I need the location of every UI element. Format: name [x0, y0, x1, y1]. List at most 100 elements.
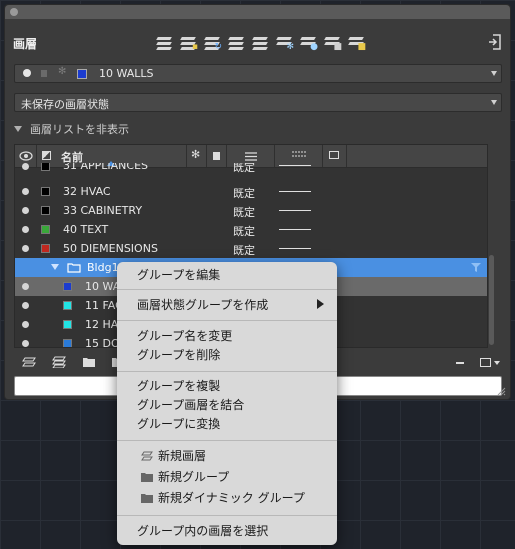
- menu-separator: [117, 371, 337, 372]
- layer-row[interactable]: 33 CABINETRY 既定: [15, 201, 487, 220]
- lineweight-sample: [279, 165, 311, 166]
- menu-item-create-state-group[interactable]: 画層状態グループを作成: [137, 296, 268, 314]
- linetype-icon: [245, 152, 257, 161]
- layer-name: 40 TEXT: [63, 223, 109, 236]
- layer-row[interactable]: 50 DIEMENSIONS 既定: [15, 239, 487, 258]
- palette-titlebar[interactable]: [5, 5, 510, 19]
- color-swatch[interactable]: [41, 206, 50, 215]
- lineweight-icon: [292, 151, 306, 157]
- filter-icon: [471, 263, 481, 272]
- new-group-icon[interactable]: [82, 356, 96, 368]
- lightbulb-icon[interactable]: [22, 226, 29, 233]
- color-swatch: [77, 69, 87, 79]
- chevron-down-icon: [491, 100, 497, 105]
- layer-state-dropdown[interactable]: 未保存の画層状態: [14, 93, 502, 112]
- palette-title: 画層: [13, 37, 38, 51]
- lightbulb-icon[interactable]: [22, 188, 29, 195]
- unlock-icon[interactable]: ■: [347, 33, 366, 52]
- new-layer-vp-frozen-icon[interactable]: [251, 33, 270, 52]
- chevron-down-icon: [491, 71, 497, 76]
- menu-item-new-group-label: 新規グループ: [158, 470, 230, 484]
- submenu-arrow-icon: [317, 299, 324, 309]
- menu-separator: [117, 289, 337, 290]
- eye-icon: [19, 151, 33, 161]
- menu-item-new-dynamic-group-label: 新規ダイナミック グループ: [158, 491, 305, 505]
- layer-linetype: 既定: [233, 244, 255, 257]
- menu-item-new-layer-label: 新規画層: [158, 449, 207, 463]
- folder-icon: [141, 473, 153, 482]
- color-swatch[interactable]: [41, 225, 50, 234]
- disclosure-triangle-icon: [14, 126, 22, 132]
- menu-item-new-group[interactable]: 新規グループ: [141, 468, 229, 486]
- hide-layer-list-toggle[interactable]: 画層リストを非表示: [14, 121, 129, 137]
- menu-item-new-layer[interactable]: 新規画層: [141, 447, 206, 465]
- layer-row[interactable]: 40 TEXT 既定: [15, 220, 487, 239]
- delete-icon[interactable]: [456, 362, 464, 364]
- menu-item-edit-group[interactable]: グループを編集: [137, 266, 220, 284]
- layer-states-manager-icon[interactable]: ↻: [203, 33, 222, 52]
- menu-item-convert-group[interactable]: グループに変換: [137, 415, 220, 433]
- layer-row[interactable]: 32 HVAC 既定: [15, 182, 487, 201]
- lightbulb-icon[interactable]: [22, 302, 29, 309]
- menu-item-rename-group[interactable]: グループ名を変更: [137, 327, 232, 345]
- color-column-icon: [42, 151, 51, 160]
- menu-item-merge-group-layers[interactable]: グループ画層を結合: [137, 396, 244, 414]
- exit-icon[interactable]: [488, 34, 502, 50]
- chevron-down-icon: [494, 361, 500, 365]
- menu-item-new-dynamic-group[interactable]: 新規ダイナミック グループ: [141, 489, 305, 507]
- new-layer-icon[interactable]: [227, 33, 246, 52]
- resize-grip-icon[interactable]: [496, 386, 506, 396]
- sun-icon: ✻: [58, 66, 67, 77]
- layer-state-value: 未保存の画層状態: [21, 98, 109, 111]
- lock-icon: [213, 152, 220, 160]
- layer-linetype: 既定: [233, 187, 255, 200]
- lightbulb-icon[interactable]: [22, 163, 29, 170]
- close-icon[interactable]: [10, 8, 18, 16]
- lightbulb-icon: [23, 69, 31, 77]
- menu-separator: [117, 515, 337, 516]
- freeze-icon[interactable]: ✻: [275, 33, 294, 52]
- color-swatch[interactable]: [41, 163, 50, 171]
- color-swatch[interactable]: [41, 244, 50, 253]
- current-layer-name: 10 WALLS: [99, 67, 154, 80]
- group-name: Bldg1: [87, 261, 119, 274]
- layer-row[interactable]: 31 APPLIANCES 既定: [15, 163, 487, 173]
- layer-list-scrollbar[interactable]: [489, 255, 494, 345]
- color-swatch[interactable]: [41, 187, 50, 196]
- new-group-filter-icon[interactable]: ▪: [179, 33, 198, 52]
- layer-name: 32 HVAC: [63, 185, 111, 198]
- plot-icon: [329, 151, 339, 159]
- lineweight-sample: [279, 191, 311, 192]
- menu-item-delete-group[interactable]: グループを削除: [137, 346, 220, 364]
- new-layer-icon[interactable]: [22, 356, 36, 368]
- current-layer-dropdown[interactable]: ✻ 10 WALLS: [14, 64, 502, 83]
- lightbulb-icon[interactable]: [22, 340, 29, 347]
- new-layer-vp-frozen-icon[interactable]: [52, 356, 66, 368]
- color-swatch[interactable]: [63, 339, 72, 347]
- lineweight-sample: [279, 248, 311, 249]
- menu-separator: [117, 440, 337, 441]
- lightbulb-icon[interactable]: [22, 245, 29, 252]
- layer-linetype: 既定: [233, 225, 255, 238]
- color-swatch[interactable]: [63, 282, 72, 291]
- disclosure-triangle-icon[interactable]: [51, 264, 59, 270]
- lineweight-sample: [279, 229, 311, 230]
- lightbulb-icon[interactable]: [22, 207, 29, 214]
- lightbulb-icon[interactable]: [22, 283, 29, 290]
- menu-item-duplicate-group[interactable]: グループを複製: [137, 377, 220, 395]
- column-options-icon[interactable]: [480, 358, 491, 367]
- layer-name: 50 DIEMENSIONS: [63, 242, 158, 255]
- lock-icon[interactable]: ■: [323, 33, 342, 52]
- new-property-filter-icon[interactable]: [155, 33, 174, 52]
- layer-linetype: 既定: [233, 163, 255, 173]
- color-swatch[interactable]: [63, 320, 72, 329]
- color-swatch[interactable]: [63, 301, 72, 310]
- layer-name: 31 APPLIANCES: [63, 163, 149, 172]
- new-layer-icon: [141, 451, 153, 461]
- dynamic-folder-icon: [141, 494, 153, 503]
- lightbulb-icon[interactable]: [22, 321, 29, 328]
- menu-item-select-layers-in-group[interactable]: グループ内の画層を選択: [137, 522, 268, 540]
- layer-name: 33 CABINETRY: [63, 204, 143, 217]
- set-current-icon[interactable]: ●: [299, 33, 318, 52]
- layer-toolbar: ▪ ↻ ✻ ● ■ ■: [155, 33, 366, 53]
